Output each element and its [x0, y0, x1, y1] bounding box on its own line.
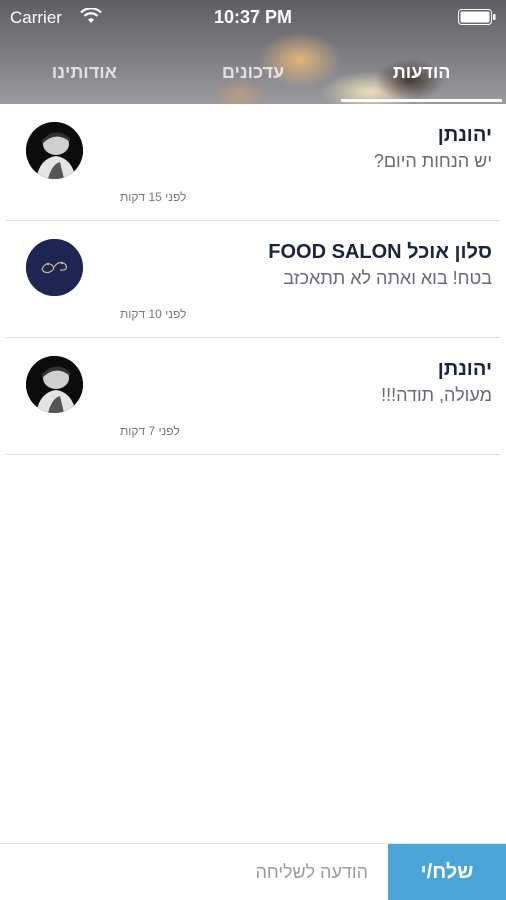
person-avatar-icon	[26, 122, 83, 179]
message-time: לפני 15 דקות	[120, 190, 187, 204]
message-text: מעולה, תודה!!!	[381, 385, 492, 405]
tab-updates[interactable]: עדכונים	[169, 52, 338, 104]
tab-bar: הודעות עדכונים אודותינו	[0, 52, 506, 104]
message-sender: יהונתן	[437, 358, 492, 380]
restaurant-logo-icon	[26, 239, 83, 296]
status-bar: Carrier 10:37 PM	[0, 0, 506, 34]
avatar[interactable]	[26, 356, 83, 413]
message-time: לפני 7 דקות	[120, 424, 180, 438]
tab-about[interactable]: אודותינו	[0, 52, 169, 104]
message-text: יש הנחות היום?	[373, 151, 492, 171]
message-sender: סלון אוכל FOOD SALON	[268, 241, 492, 263]
status-clock: 10:37 PM	[213, 7, 293, 27]
message-item[interactable]: יהונתן יש הנחות היום? לפני 15 דקות	[6, 104, 500, 221]
avatar[interactable]	[26, 239, 83, 296]
message-text: בטח! בוא ואתה לא תתאכזב	[283, 268, 492, 288]
message-composer: שלח/י	[0, 843, 506, 900]
person-avatar-icon	[26, 356, 83, 413]
avatar[interactable]	[26, 122, 83, 179]
send-button[interactable]: שלח/י	[388, 844, 506, 900]
message-item[interactable]: יהונתן מעולה, תודה!!! לפני 7 דקות	[6, 338, 500, 455]
message-time: לפני 10 דקות	[120, 307, 187, 321]
message-list: יהונתן יש הנחות היום? לפני 15 דקות סלון …	[0, 104, 506, 455]
header: Carrier 10:37 PM הודעות עדכונים אודותינו	[0, 0, 506, 104]
message-input[interactable]	[0, 844, 388, 900]
battery-icon	[458, 9, 496, 25]
tab-messages[interactable]: הודעות	[337, 52, 506, 104]
message-sender: יהונתן	[437, 124, 492, 146]
message-item[interactable]: סלון אוכל FOOD SALON בטח! בוא ואתה לא תת…	[6, 221, 500, 338]
